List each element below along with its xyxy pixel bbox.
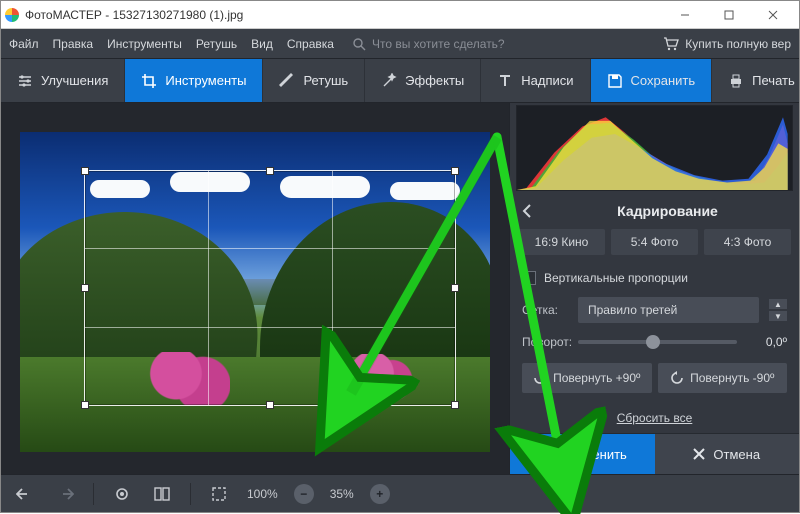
canvas-area[interactable] bbox=[1, 103, 509, 474]
rotate-ccw-icon bbox=[670, 371, 684, 385]
crop-handle-w[interactable] bbox=[81, 284, 89, 292]
toolbar-improve-label: Улучшения bbox=[41, 73, 108, 88]
menu-retouch[interactable]: Ретушь bbox=[196, 37, 237, 51]
ratio-4-3[interactable]: 4:3 Фото bbox=[704, 229, 791, 255]
zoom-fit-label: 100% bbox=[247, 487, 278, 501]
vertical-proportions-checkbox[interactable] bbox=[522, 271, 536, 285]
rotate-slider-thumb[interactable] bbox=[646, 335, 660, 349]
redo-button[interactable] bbox=[53, 482, 77, 506]
buy-full-label: Купить полную вер bbox=[685, 37, 791, 51]
reset-all-link[interactable]: Сбросить все bbox=[510, 401, 799, 433]
sliders-icon bbox=[17, 73, 33, 89]
crop-handle-sw[interactable] bbox=[81, 401, 89, 409]
crop-handle-se[interactable] bbox=[451, 401, 459, 409]
apply-label: Применить bbox=[560, 447, 627, 462]
print-icon bbox=[728, 73, 744, 89]
back-icon[interactable] bbox=[520, 203, 536, 219]
rotate-slider[interactable] bbox=[578, 340, 737, 344]
menu-help[interactable]: Справка bbox=[287, 37, 334, 51]
crop-icon bbox=[141, 73, 157, 89]
status-bar: 100% − 35% + bbox=[1, 474, 799, 512]
cancel-button[interactable]: Отмена bbox=[655, 434, 800, 474]
zoom-out-button[interactable]: − bbox=[294, 484, 314, 504]
toolbar-retouch-label: Ретушь bbox=[303, 73, 348, 88]
toolbar-captions-label: Надписи bbox=[521, 73, 573, 88]
toolbar: Улучшения Инструменты Ретушь Эффекты Над… bbox=[1, 59, 799, 103]
window-maximize-button[interactable] bbox=[707, 1, 751, 29]
window-title: ФотоМАСТЕР - 15327130271980 (1).jpg bbox=[25, 8, 243, 22]
menubar: Файл Правка Инструменты Ретушь Вид Справ… bbox=[1, 29, 799, 59]
brush-icon bbox=[279, 73, 295, 89]
search-icon bbox=[352, 37, 366, 51]
zoom-in-button[interactable]: + bbox=[370, 484, 390, 504]
crop-handle-n[interactable] bbox=[266, 167, 274, 175]
ratio-5-4[interactable]: 5:4 Фото bbox=[611, 229, 698, 255]
toolbar-retouch[interactable]: Ретушь bbox=[263, 59, 365, 102]
rotate-minus90-label: Повернуть -90º bbox=[690, 371, 774, 385]
photo-preview[interactable] bbox=[20, 132, 490, 452]
toolbar-print[interactable]: Печать bbox=[712, 59, 800, 102]
rotate-value: 0,0º bbox=[747, 335, 787, 349]
zoom-current-label: 35% bbox=[330, 487, 354, 501]
rotate-cw-icon bbox=[533, 371, 547, 385]
crop-handle-e[interactable] bbox=[451, 284, 459, 292]
toolbar-save[interactable]: Сохранить bbox=[591, 59, 713, 102]
fit-screen-button[interactable] bbox=[207, 482, 231, 506]
apply-button[interactable]: Применить bbox=[510, 434, 655, 474]
crop-handle-nw[interactable] bbox=[81, 167, 89, 175]
toolbar-tools-label: Инструменты bbox=[165, 73, 246, 88]
text-icon bbox=[497, 73, 513, 89]
rotate-minus90-button[interactable]: Повернуть -90º bbox=[658, 363, 788, 393]
crop-handle-s[interactable] bbox=[266, 401, 274, 409]
menu-tools[interactable]: Инструменты bbox=[107, 37, 182, 51]
menu-edit[interactable]: Правка bbox=[53, 37, 94, 51]
crop-handle-ne[interactable] bbox=[451, 167, 459, 175]
check-icon bbox=[538, 447, 552, 461]
histogram bbox=[516, 105, 793, 191]
menu-search-placeholder: Что вы хотите сделать? bbox=[372, 37, 505, 51]
crop-rectangle[interactable] bbox=[84, 170, 456, 406]
toolbar-print-label: Печать bbox=[752, 73, 795, 88]
menu-search[interactable]: Что вы хотите сделать? bbox=[352, 37, 505, 51]
wand-icon bbox=[381, 73, 397, 89]
vertical-proportions-label: Вертикальные пропорции bbox=[544, 271, 688, 285]
panel-title: Кадрирование bbox=[546, 203, 789, 219]
buy-full-button[interactable]: Купить полную вер bbox=[663, 37, 791, 51]
cancel-label: Отмена bbox=[713, 447, 760, 462]
toolbar-effects-label: Эффекты bbox=[405, 73, 464, 88]
toolbar-tools[interactable]: Инструменты bbox=[125, 59, 263, 102]
grid-label: Сетка: bbox=[522, 303, 568, 317]
app-logo-icon bbox=[5, 8, 19, 22]
grid-dropdown-value: Правило третей bbox=[588, 303, 677, 317]
menu-view[interactable]: Вид bbox=[251, 37, 273, 51]
toolbar-save-label: Сохранить bbox=[631, 73, 696, 88]
rotate-plus90-button[interactable]: Повернуть +90º bbox=[522, 363, 652, 393]
split-view-button[interactable] bbox=[150, 482, 174, 506]
undo-button[interactable] bbox=[13, 482, 37, 506]
menu-file[interactable]: Файл bbox=[9, 37, 39, 51]
close-icon bbox=[693, 448, 705, 460]
window-minimize-button[interactable] bbox=[663, 1, 707, 29]
toolbar-captions[interactable]: Надписи bbox=[481, 59, 590, 102]
window-close-button[interactable] bbox=[751, 1, 795, 29]
side-panel: Кадрирование 16:9 Кино 5:4 Фото 4:3 Фото… bbox=[509, 103, 799, 474]
rotate-label: Поворот: bbox=[522, 335, 568, 349]
toolbar-effects[interactable]: Эффекты bbox=[365, 59, 481, 102]
rotate-plus90-label: Повернуть +90º bbox=[553, 371, 640, 385]
titlebar: ФотоМАСТЕР - 15327130271980 (1).jpg bbox=[1, 1, 799, 29]
compare-before-after-button[interactable] bbox=[110, 482, 134, 506]
grid-spinner[interactable]: ▲▼ bbox=[769, 299, 787, 321]
save-icon bbox=[607, 73, 623, 89]
cart-icon bbox=[663, 37, 679, 51]
vertical-proportions-row[interactable]: Вертикальные пропорции bbox=[510, 265, 799, 291]
ratio-16-9[interactable]: 16:9 Кино bbox=[518, 229, 605, 255]
grid-dropdown[interactable]: Правило третей bbox=[578, 297, 759, 323]
toolbar-improve[interactable]: Улучшения bbox=[1, 59, 125, 102]
